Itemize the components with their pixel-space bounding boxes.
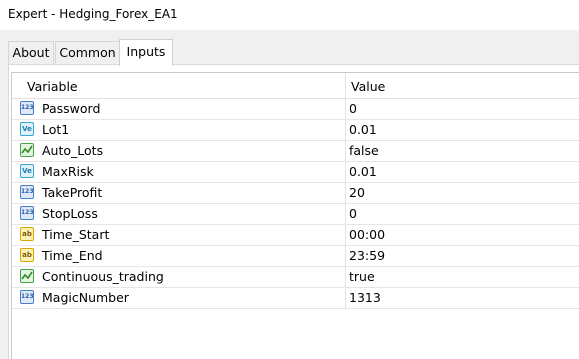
double-type-icon: Ve bbox=[20, 164, 34, 178]
integer-type-icon: 123 bbox=[20, 101, 34, 115]
variable-value[interactable]: false bbox=[349, 143, 379, 158]
table-row[interactable]: Ve Lot1 0.01 bbox=[12, 119, 579, 141]
variable-name: Password bbox=[42, 101, 101, 116]
variable-value[interactable]: 00:00 bbox=[349, 227, 385, 242]
variable-value[interactable]: 23:59 bbox=[349, 248, 385, 263]
boolean-type-icon bbox=[20, 143, 34, 157]
inputs-table: Variable Value 123 Password 0 Ve Lot1 0.… bbox=[11, 72, 579, 359]
table-row[interactable]: Ve MaxRisk 0.01 bbox=[12, 161, 579, 183]
string-type-icon: ab bbox=[20, 227, 34, 241]
variable-value[interactable]: true bbox=[349, 269, 375, 284]
table-row[interactable]: Continuous_trading true bbox=[12, 266, 579, 288]
table-header: Variable Value bbox=[12, 73, 579, 99]
tab-inputs[interactable]: Inputs bbox=[119, 39, 173, 66]
string-type-icon: ab bbox=[20, 248, 34, 262]
table-row[interactable]: 123 TakeProfit 20 bbox=[12, 182, 579, 204]
variable-value[interactable]: 0 bbox=[349, 206, 357, 221]
variable-name: StopLoss bbox=[42, 206, 98, 221]
table-row[interactable]: 123 Password 0 bbox=[12, 98, 579, 120]
table-row[interactable]: ab Time_End 23:59 bbox=[12, 245, 579, 267]
window-titlebar: Expert - Hedging_Forex_EA1 bbox=[0, 0, 579, 30]
variable-value[interactable]: 20 bbox=[349, 185, 365, 200]
integer-type-icon: 123 bbox=[20, 185, 34, 199]
variable-name: MaxRisk bbox=[42, 164, 94, 179]
variable-name: Time_Start bbox=[42, 227, 110, 242]
variable-name: Lot1 bbox=[42, 122, 70, 137]
variable-name: Continuous_trading bbox=[42, 269, 164, 284]
integer-type-icon: 123 bbox=[20, 290, 34, 304]
table-row[interactable]: ab Time_Start 00:00 bbox=[12, 224, 579, 246]
variable-name: Time_End bbox=[42, 248, 103, 263]
table-row[interactable]: 123 MagicNumber 1313 bbox=[12, 287, 579, 309]
variable-name: MagicNumber bbox=[42, 290, 129, 305]
double-type-icon: Ve bbox=[20, 122, 34, 136]
tab-about[interactable]: About bbox=[8, 41, 54, 64]
column-header-value[interactable]: Value bbox=[351, 79, 385, 94]
variable-name: Auto_Lots bbox=[42, 143, 104, 158]
variable-value[interactable]: 0.01 bbox=[349, 122, 377, 137]
column-header-variable[interactable]: Variable bbox=[27, 79, 78, 94]
integer-type-icon: 123 bbox=[20, 206, 34, 220]
window-title: Expert - Hedging_Forex_EA1 bbox=[8, 7, 178, 21]
variable-name: TakeProfit bbox=[42, 185, 103, 200]
variable-value[interactable]: 0 bbox=[349, 101, 357, 116]
variable-value[interactable]: 1313 bbox=[349, 290, 381, 305]
tab-common[interactable]: Common bbox=[55, 41, 120, 64]
table-row[interactable]: Auto_Lots false bbox=[12, 140, 579, 162]
table-row[interactable]: 123 StopLoss 0 bbox=[12, 203, 579, 225]
variable-value[interactable]: 0.01 bbox=[349, 164, 377, 179]
boolean-type-icon bbox=[20, 269, 34, 283]
